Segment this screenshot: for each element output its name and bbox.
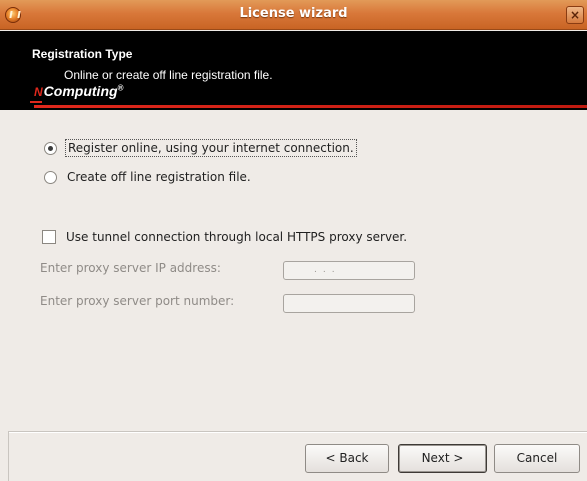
next-button[interactable]: Next > <box>398 444 487 473</box>
cancel-button[interactable]: Cancel <box>494 444 580 473</box>
proxy-ip-input[interactable]: ... <box>283 261 415 280</box>
wizard-header-banner: Registration Type Online or create off l… <box>0 31 587 110</box>
banner-red-line <box>34 105 587 108</box>
logo-text: Computing <box>43 83 118 99</box>
window-title: License wizard <box>239 6 348 21</box>
tunnel-checkbox[interactable] <box>42 230 56 244</box>
offline-file-label[interactable]: Create off line registration file. <box>65 169 253 185</box>
proxy-ip-label: Enter proxy server IP address: <box>40 261 221 275</box>
tunnel-option[interactable]: Use tunnel connection through local HTTP… <box>42 229 409 245</box>
tunnel-label[interactable]: Use tunnel connection through local HTTP… <box>64 229 409 245</box>
register-online-radio[interactable] <box>44 141 57 155</box>
page-subtitle: Online or create off line registration f… <box>64 68 273 82</box>
logo-prefix: N <box>34 85 43 99</box>
logo-underline-stub <box>30 101 42 103</box>
proxy-port-label: Enter proxy server port number: <box>40 294 235 308</box>
offline-file-radio[interactable] <box>44 170 57 184</box>
close-button[interactable]: × <box>566 6 584 24</box>
dialog-left-edge <box>8 431 9 481</box>
ncomputing-logo: NComputing® <box>34 83 123 99</box>
register-online-label[interactable]: Register online, using your internet con… <box>65 139 357 157</box>
offline-file-option[interactable]: Create off line registration file. <box>44 169 253 185</box>
button-bar-separator <box>8 431 587 433</box>
page-title: Registration Type <box>32 47 133 61</box>
proxy-port-input[interactable] <box>283 294 415 313</box>
back-button[interactable]: < Back <box>305 444 389 473</box>
logo-registered-mark: ® <box>117 83 124 93</box>
register-online-option[interactable]: Register online, using your internet con… <box>44 139 357 157</box>
window-titlebar[interactable]: License wizard × <box>0 0 587 30</box>
